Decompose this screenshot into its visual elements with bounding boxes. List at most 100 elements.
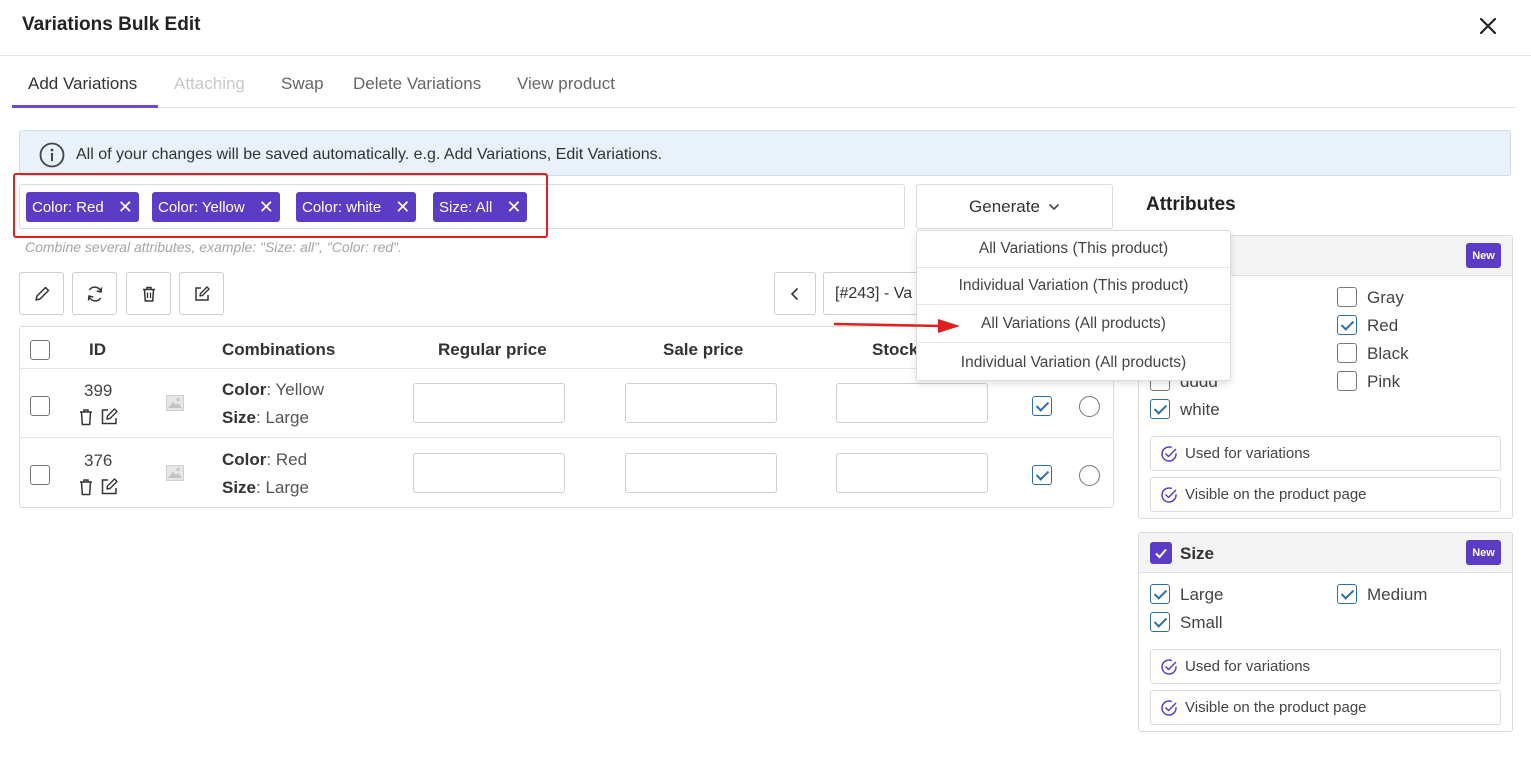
row-checkbox[interactable] <box>30 396 50 416</box>
tabs-divider <box>12 107 1515 108</box>
check-circle-icon <box>1161 445 1177 462</box>
tab-add-variations[interactable]: Add Variations <box>28 74 137 94</box>
visible-on-product-page-toggle[interactable]: Visible on the product page <box>1150 690 1501 725</box>
default-variation-radio[interactable] <box>1079 396 1100 417</box>
chevron-left-icon <box>790 287 799 300</box>
stock-input[interactable] <box>836 453 988 493</box>
menu-item-all-variations-this-product[interactable]: All Variations (This product) <box>917 231 1230 268</box>
size-attribute-checkbox[interactable] <box>1150 542 1172 564</box>
toggle-label: Used for variations <box>1185 445 1311 462</box>
combination-cell: Color: Red Size: Large <box>222 446 309 502</box>
refresh-button[interactable] <box>72 272 117 315</box>
edit-icon[interactable] <box>100 407 119 426</box>
checkmark-icon <box>1155 548 1167 559</box>
stock-input[interactable] <box>836 383 988 423</box>
check-circle-icon <box>1161 699 1177 716</box>
sale-price-input[interactable] <box>625 383 777 423</box>
toggle-label: Visible on the product page <box>1185 699 1367 716</box>
annotation-highlight-box <box>13 173 548 238</box>
generate-button[interactable]: Generate <box>916 184 1113 229</box>
column-header-combinations: Combinations <box>222 340 336 359</box>
menu-item-individual-variation-this-product[interactable]: Individual Variation (This product) <box>917 268 1230 305</box>
combination-cell: Color: Yellow Size: Large <box>222 376 324 432</box>
image-placeholder-icon[interactable] <box>166 465 184 481</box>
option-checkbox-white[interactable] <box>1150 399 1170 419</box>
bulk-edit-button[interactable] <box>179 272 224 315</box>
dialog-title: Variations Bulk Edit <box>22 14 201 35</box>
option-checkbox-small[interactable] <box>1150 612 1170 632</box>
info-icon <box>39 142 65 168</box>
attribute-value: : Large <box>256 408 309 427</box>
option-label: Red <box>1367 316 1399 335</box>
option-checkbox-gray[interactable] <box>1337 287 1357 307</box>
toggle-label: Visible on the product page <box>1185 486 1367 503</box>
refresh-icon <box>87 285 102 302</box>
edit-button[interactable] <box>19 272 64 315</box>
select-all-checkbox[interactable] <box>30 340 50 360</box>
new-badge[interactable]: New <box>1466 540 1501 565</box>
generate-dropdown-menu: All Variations (This product) Individual… <box>916 230 1231 381</box>
edit-icon[interactable] <box>100 477 119 496</box>
regular-price-input[interactable] <box>413 383 565 423</box>
check-circle-icon <box>1161 486 1177 503</box>
row-enabled-checkbox[interactable] <box>1032 465 1052 485</box>
tab-view-product[interactable]: View product <box>517 74 615 94</box>
info-banner-text: All of your changes will be saved automa… <box>76 146 663 163</box>
option-label: Pink <box>1367 372 1401 391</box>
table-divider <box>19 437 1114 438</box>
close-icon[interactable] <box>1474 12 1502 40</box>
active-tab-indicator <box>12 105 158 108</box>
variation-id: 376 <box>84 451 113 470</box>
option-checkbox-pink[interactable] <box>1337 371 1357 391</box>
option-label: Small <box>1180 613 1223 632</box>
column-header-regular-price: Regular price <box>438 340 547 359</box>
attribute-name: Color <box>222 450 267 469</box>
menu-item-all-variations-all-products[interactable]: All Variations (All products) <box>917 306 1230 343</box>
option-label: white <box>1180 400 1220 419</box>
chevron-down-icon <box>1048 203 1060 210</box>
previous-product-button[interactable] <box>774 272 816 315</box>
toggle-label: Used for variations <box>1185 658 1311 675</box>
option-checkbox-large[interactable] <box>1150 584 1170 604</box>
tab-delete-variations[interactable]: Delete Variations <box>353 74 481 94</box>
trash-icon <box>142 286 155 302</box>
option-checkbox-black[interactable] <box>1337 343 1357 363</box>
column-header-sale-price: Sale price <box>663 340 744 359</box>
row-enabled-checkbox[interactable] <box>1032 396 1052 416</box>
column-header-stock: Stock <box>872 340 919 359</box>
attribute-value: : Red <box>266 450 308 469</box>
visible-on-product-page-toggle[interactable]: Visible on the product page <box>1150 477 1501 512</box>
product-select[interactable]: [#243] - Va <box>823 272 923 315</box>
sale-price-input[interactable] <box>625 453 777 493</box>
attribute-name: Size <box>222 408 257 427</box>
option-label: Large <box>1180 585 1224 604</box>
option-checkbox-red[interactable] <box>1337 315 1357 335</box>
attribute-value: : Yellow <box>266 380 325 399</box>
image-placeholder-icon[interactable] <box>166 395 184 411</box>
option-checkbox-medium[interactable] <box>1337 584 1357 604</box>
row-checkbox[interactable] <box>30 465 50 485</box>
column-header-id: ID <box>89 340 106 359</box>
tab-swap[interactable]: Swap <box>281 74 324 94</box>
used-for-variations-toggle[interactable]: Used for variations <box>1150 436 1501 471</box>
tab-attaching[interactable]: Attaching <box>174 74 245 94</box>
default-variation-radio[interactable] <box>1079 465 1100 486</box>
option-label: Medium <box>1367 585 1428 604</box>
generate-label: Generate <box>969 196 1040 216</box>
menu-item-individual-variation-all-products[interactable]: Individual Variation (All products) <box>917 344 1230 381</box>
attributes-title: Attributes <box>1146 194 1236 215</box>
used-for-variations-toggle[interactable]: Used for variations <box>1150 649 1501 684</box>
attribute-name: Size <box>222 478 257 497</box>
check-circle-icon <box>1161 658 1177 675</box>
trash-icon[interactable] <box>78 478 94 496</box>
option-label: Gray <box>1367 288 1404 307</box>
regular-price-input[interactable] <box>413 453 565 493</box>
pencil-icon <box>34 286 49 301</box>
variation-id: 399 <box>84 381 113 400</box>
trash-icon[interactable] <box>78 408 94 426</box>
new-badge[interactable]: New <box>1466 243 1501 268</box>
annotation-arrow-icon <box>832 317 962 335</box>
option-label: Black <box>1367 344 1409 363</box>
delete-button[interactable] <box>126 272 171 315</box>
attribute-name: Color <box>222 380 267 399</box>
